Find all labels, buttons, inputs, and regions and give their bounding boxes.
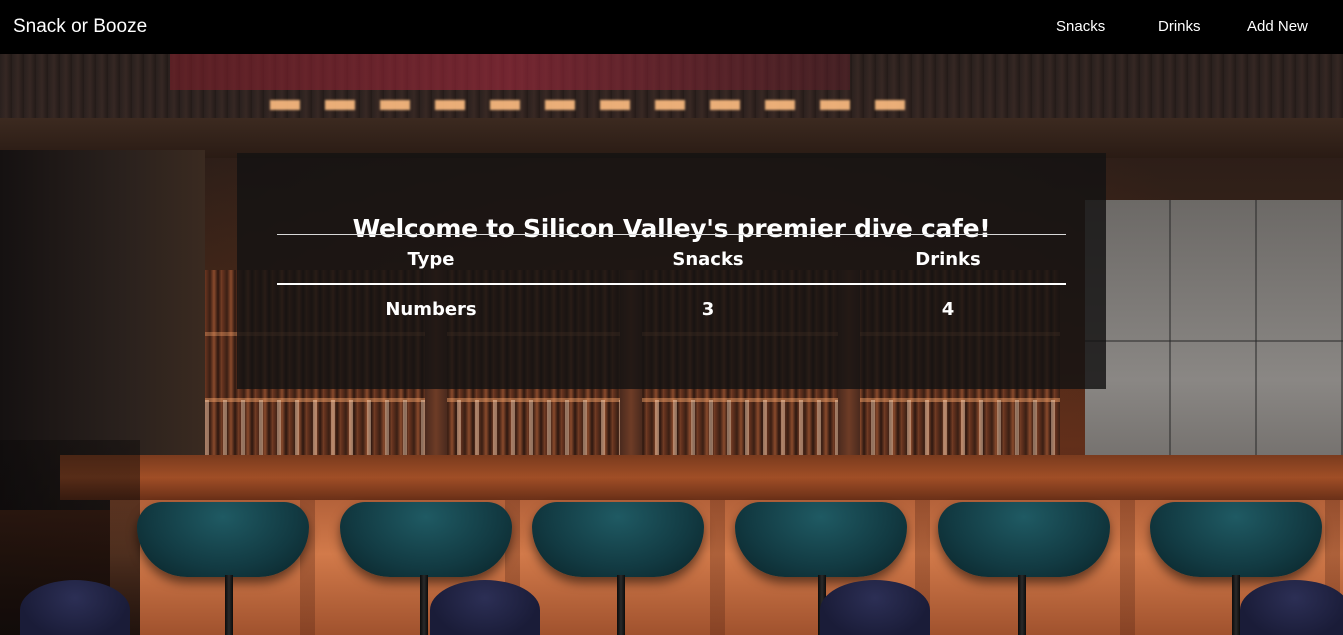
nav-link-add-new[interactable]: Add New (1247, 17, 1308, 37)
page: Snack or Booze Snacks Drinks Add New Wel… (0, 0, 1343, 635)
stool-seat (820, 580, 930, 635)
welcome-card: Welcome to Silicon Valley's premier dive… (237, 153, 1106, 389)
table-header-type: Type (407, 249, 455, 270)
bar-stool (735, 502, 907, 577)
stool-post (1018, 575, 1026, 635)
header-divider (277, 283, 1066, 285)
stool-seat (430, 580, 540, 635)
welcome-title: Welcome to Silicon Valley's premier dive… (352, 213, 991, 243)
bar-stool (938, 502, 1110, 577)
table-cell-snacks-count: 3 (701, 299, 715, 320)
bar-stool (340, 502, 512, 577)
ceiling-lights (270, 100, 910, 110)
table-header-drinks: Drinks (915, 249, 981, 270)
navbar: Snack or Booze Snacks Drinks Add New (0, 0, 1343, 54)
stool-seat (1240, 580, 1343, 635)
nav-link-snacks[interactable]: Snacks (1056, 17, 1105, 37)
bar-stool (137, 502, 309, 577)
table-cell-drinks-count: 4 (941, 299, 955, 320)
bar-counter-top (60, 455, 1343, 500)
nav-link-drinks[interactable]: Drinks (1158, 17, 1201, 37)
table-header-snacks: Snacks (672, 249, 744, 270)
bar-stool (1150, 502, 1322, 577)
stool-post (1232, 575, 1240, 635)
stool-post (420, 575, 428, 635)
brand-link[interactable]: Snack or Booze (13, 15, 147, 39)
stool-post (225, 575, 233, 635)
stool-seat (20, 580, 130, 635)
stool-post (617, 575, 625, 635)
title-divider (277, 234, 1066, 235)
bar-stool (532, 502, 704, 577)
ceiling-red-light (170, 54, 850, 90)
table-cell-row-label: Numbers (385, 299, 477, 320)
